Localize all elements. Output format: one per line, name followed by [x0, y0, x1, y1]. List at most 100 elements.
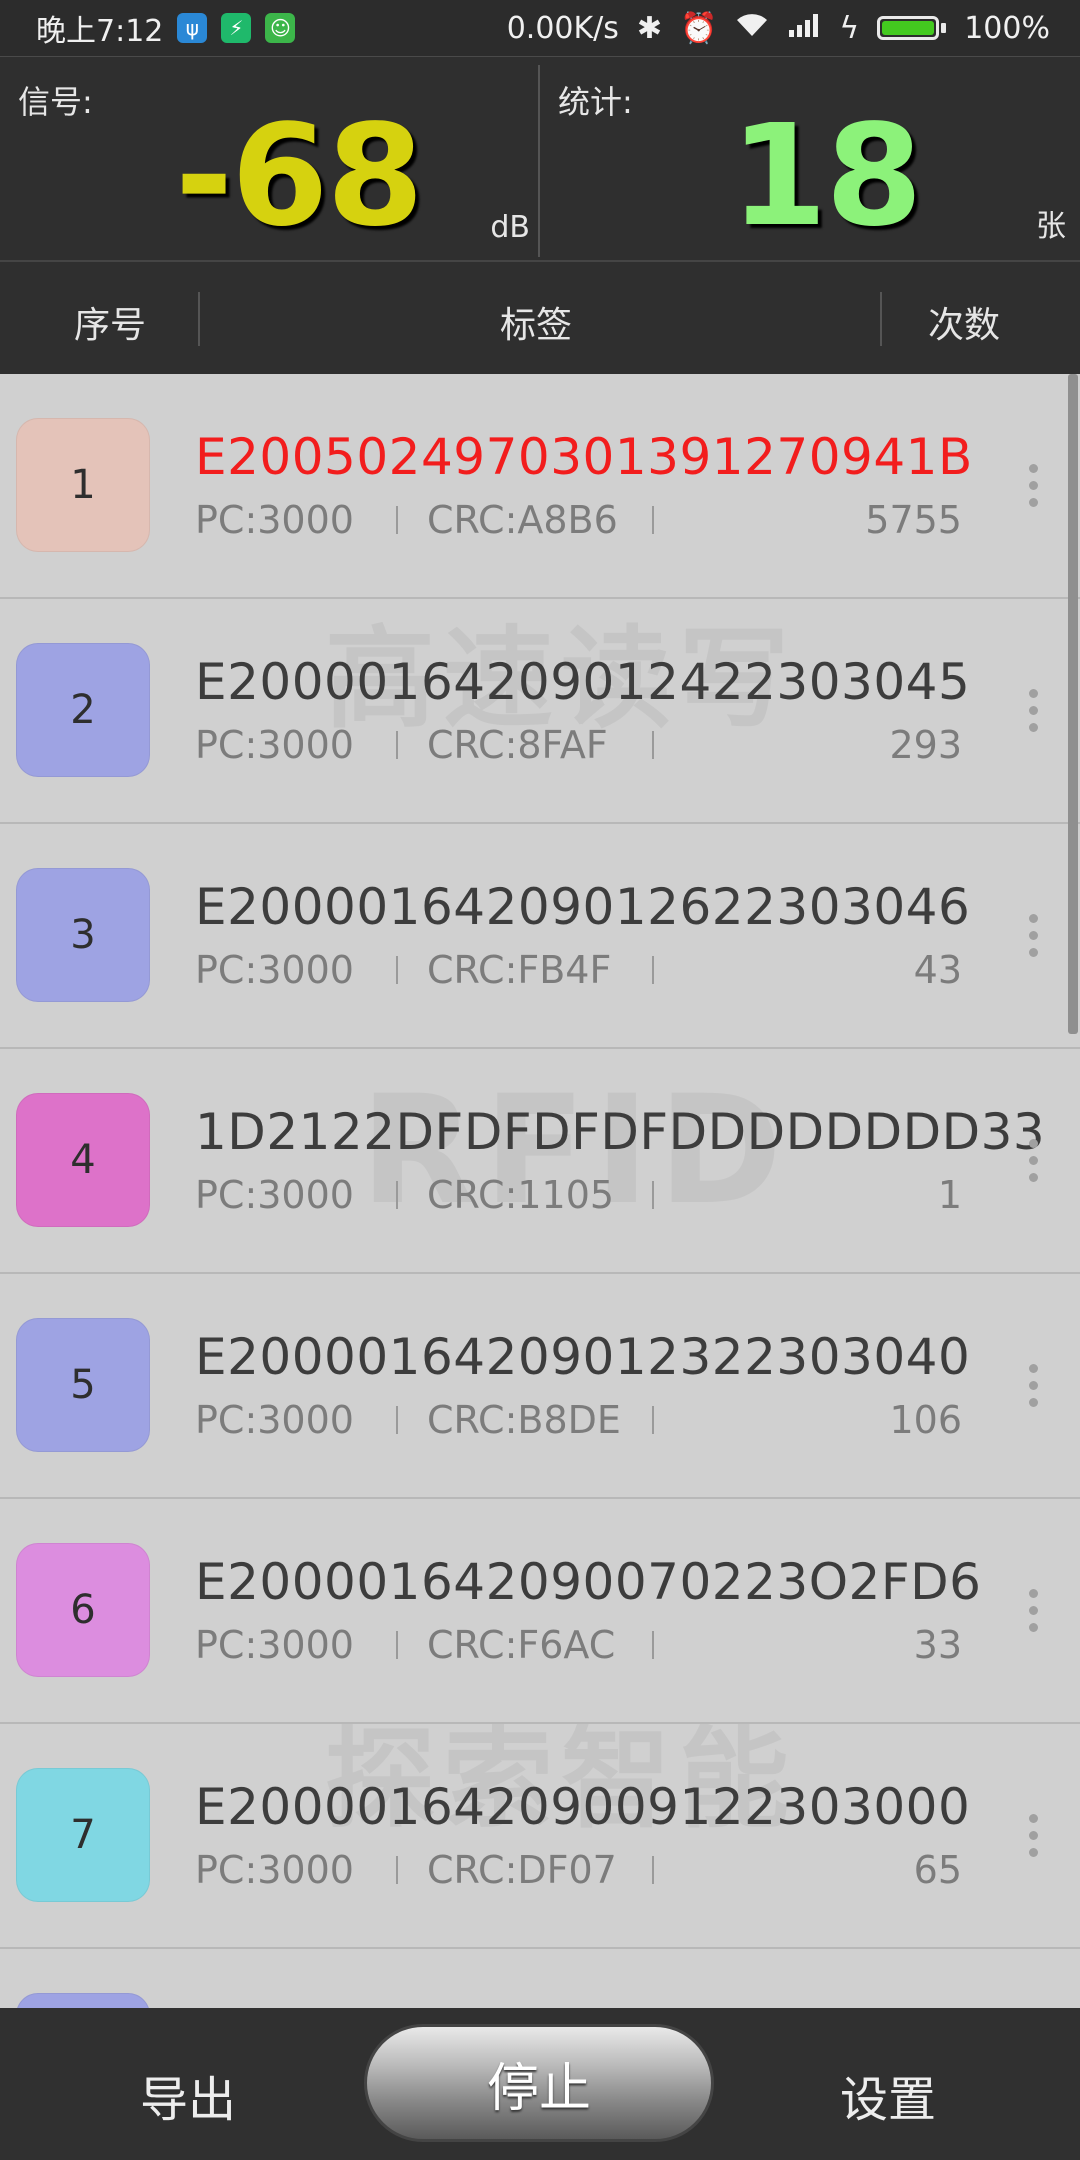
tag-epc: 1D2122DFDFDFDFDDDDDDDD33: [195, 1103, 1046, 1161]
meta-divider: [652, 1406, 654, 1434]
stats-panel: 统计: 18 张: [540, 57, 1080, 261]
index-badge: 7: [16, 1768, 150, 1902]
tag-count: 65: [913, 1848, 962, 1892]
tag-epc: E20000164209012422303045: [195, 653, 971, 711]
bluetooth-icon: ✱: [636, 10, 663, 46]
tag-epc: E20000164209009122303000: [195, 1778, 971, 1836]
tag-list[interactable]: 高速读写 RFID 探索智能 1 E2005024970301391270941B…: [0, 374, 1080, 2008]
signal-unit: dB: [490, 210, 530, 245]
meta-divider: [652, 956, 654, 984]
stop-button-label: 停止: [486, 2058, 591, 2119]
bottom-bar: 导出 停止 设置: [0, 2008, 1080, 2160]
signal-label: 信号:: [18, 83, 93, 121]
usb-icon: ψ: [177, 13, 208, 43]
tag-pc: PC:3000: [195, 1848, 354, 1892]
tag-pc: PC:3000: [195, 1398, 354, 1442]
column-seq: 序号: [74, 305, 147, 346]
header-divider: [880, 292, 882, 346]
meta-divider: [396, 956, 398, 984]
index-badge: 3: [16, 868, 150, 1002]
tag-crc: CRC:B8DE: [427, 1398, 621, 1442]
header-divider: [198, 292, 200, 346]
index-badge: 4: [16, 1093, 150, 1227]
index-badge: 2: [16, 643, 150, 777]
reading-panel: 信号: -68 dB 统计: 18 张: [0, 56, 1080, 262]
more-options-icon[interactable]: [1028, 914, 1038, 960]
tag-crc: CRC:FB4F: [427, 948, 612, 992]
tag-count: 106: [889, 1398, 962, 1442]
tag-count: 293: [889, 723, 962, 767]
clock: 晚上7:12: [36, 14, 164, 49]
tag-epc: E20000164209012322303040: [195, 1328, 971, 1386]
tag-count: 5755: [865, 498, 962, 542]
more-options-icon[interactable]: [1028, 1139, 1038, 1185]
meta-divider: [396, 506, 398, 534]
list-item[interactable]: [0, 1949, 1080, 2008]
meta-divider: [652, 1181, 654, 1209]
column-count: 次数: [928, 305, 1001, 346]
list-item[interactable]: 4 1D2122DFDFDFDFDDDDDDDD33 PC:3000 CRC:1105…: [0, 1049, 1080, 1274]
list-item[interactable]: 2 E20000164209012422303045 PC:3000 CRC:8FAF…: [0, 599, 1080, 824]
tag-count: 1: [937, 1173, 962, 1217]
meta-divider: [652, 506, 654, 534]
table-header: 序号 标签 次数: [0, 262, 1080, 374]
export-button[interactable]: 导出: [140, 2060, 236, 2130]
tag-epc: E2005024970301391270941B: [195, 428, 973, 486]
meta-divider: [652, 731, 654, 759]
wifi-icon: [735, 11, 769, 46]
more-options-icon[interactable]: [1028, 1589, 1038, 1635]
meta-divider: [396, 1181, 398, 1209]
more-options-icon[interactable]: [1028, 464, 1038, 510]
scrollbar[interactable]: [1068, 374, 1078, 1034]
meta-divider: [652, 1631, 654, 1659]
network-speed: 0.00K/s: [506, 10, 619, 46]
list-item[interactable]: 6 E200001642090070223O2FD6 PC:3000 CRC:F6AC…: [0, 1499, 1080, 1724]
tag-pc: PC:3000: [195, 723, 354, 767]
cell-signal-icon: [787, 11, 821, 46]
meta-divider: [396, 1631, 398, 1659]
meta-divider: [652, 1856, 654, 1884]
battery-icon: [877, 16, 947, 40]
index-badge: 5: [16, 1318, 150, 1452]
android-icon: ☺: [265, 13, 296, 43]
stats-unit: 张: [1036, 209, 1066, 244]
tag-epc: E200001642090070223O2FD6: [195, 1553, 982, 1611]
status-bar: 晚上7:12 ψ ⚡ ☺ 0.00K/s ✱ ⏰ ϟ 100%: [0, 0, 1080, 56]
more-options-icon[interactable]: [1028, 1364, 1038, 1410]
tag-epc: E20000164209012622303046: [195, 878, 971, 936]
tag-crc: CRC:8FAF: [427, 723, 608, 767]
tag-crc: CRC:DF07: [427, 1848, 617, 1892]
index-badge: [16, 1993, 150, 2008]
tag-crc: CRC:1105: [427, 1173, 615, 1217]
index-badge: 6: [16, 1543, 150, 1677]
meta-divider: [396, 1406, 398, 1434]
tag-count: 43: [913, 948, 962, 992]
tag-count: 33: [913, 1623, 962, 1667]
settings-button[interactable]: 设置: [840, 2060, 936, 2130]
tag-pc: PC:3000: [195, 1173, 354, 1217]
battery-percent: 100%: [964, 10, 1050, 46]
signal-panel: 信号: -68 dB: [0, 57, 538, 261]
tag-crc: CRC:A8B6: [427, 498, 618, 542]
stats-value: 18: [730, 95, 923, 258]
tag-pc: PC:3000: [195, 498, 354, 542]
list-item[interactable]: 3 E20000164209012622303046 PC:3000 CRC:FB4F…: [0, 824, 1080, 1049]
stop-button[interactable]: 停止: [364, 2024, 714, 2142]
list-item[interactable]: 7 E20000164209009122303000 PC:3000 CRC:DF07…: [0, 1724, 1080, 1949]
meta-divider: [396, 1856, 398, 1884]
tag-crc: CRC:F6AC: [427, 1623, 616, 1667]
signal-value: -68: [175, 95, 424, 258]
stats-label: 统计:: [558, 83, 633, 121]
list-item[interactable]: 1 E2005024970301391270941B PC:3000 CRC:A8B6…: [0, 374, 1080, 599]
more-options-icon[interactable]: [1028, 1814, 1038, 1860]
meta-divider: [396, 731, 398, 759]
more-options-icon[interactable]: [1028, 689, 1038, 735]
list-item[interactable]: 5 E20000164209012322303040 PC:3000 CRC:B8DE…: [0, 1274, 1080, 1499]
alarm-icon: ⏰: [680, 10, 718, 46]
index-badge: 1: [16, 418, 150, 552]
tag-pc: PC:3000: [195, 1623, 354, 1667]
charging-icon: ϟ: [839, 10, 860, 46]
tag-pc: PC:3000: [195, 948, 354, 992]
column-tag: 标签: [500, 305, 573, 346]
shield-icon: ⚡: [221, 13, 252, 43]
